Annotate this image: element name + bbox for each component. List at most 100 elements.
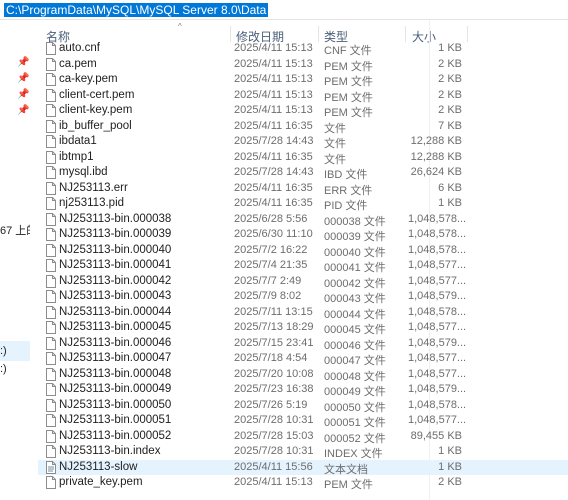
file-size: 1,048,578... <box>408 398 467 411</box>
file-name[interactable]: ibtmp1 <box>59 151 94 163</box>
file-date: 2025/7/28 14:43 <box>234 166 314 178</box>
file-name[interactable]: client-key.pem <box>59 104 132 116</box>
navigation-pane: 📌 📌 📌 📌 67 上的 :) :) <box>0 20 30 500</box>
file-name[interactable]: NJ253113-bin.000042 <box>59 275 171 287</box>
file-row[interactable]: NJ253113-bin.000046 2025/7/15 23:41 000046… <box>38 336 568 352</box>
file-size: 2 KB <box>438 73 462 85</box>
file-row[interactable]: mysql.ibd 2025/7/28 14:43 IBD 文件 26,624 KB <box>38 165 568 181</box>
file-icon <box>46 274 56 288</box>
file-row[interactable]: ib_buffer_pool 2025/4/11 16:35 文件 7 KB <box>38 119 568 135</box>
file-name[interactable]: auto.cnf <box>59 42 100 54</box>
file-row[interactable]: private_key.pem 2025/4/11 15:13 PEM 文件 2 KB <box>38 475 568 491</box>
file-icon <box>46 445 56 458</box>
file-row[interactable]: NJ253113-bin.000041 2025/7/4 21:35 000041 … <box>38 258 568 274</box>
nav-item-label[interactable]: 67 上的 <box>0 222 30 238</box>
nav-item-label[interactable]: :) <box>0 363 7 375</box>
file-row[interactable]: ca-key.pem 2025/4/11 15:13 PEM 文件 2 KB <box>38 72 568 88</box>
file-row[interactable]: NJ253113.err 2025/4/11 16:35 ERR 文件 6 KB <box>38 181 568 197</box>
file-size: 1,048,579... <box>408 383 467 395</box>
file-row[interactable]: NJ253113-bin.000043 2025/7/9 8:02 000043 文… <box>38 289 568 305</box>
file-name[interactable]: NJ253113-bin.index <box>59 445 160 457</box>
file-size: 7 KB <box>438 119 462 132</box>
file-name[interactable]: NJ253113-bin.000049 <box>59 383 171 395</box>
pin-icon[interactable]: 📌 <box>17 106 29 116</box>
file-size: 1 KB <box>438 460 462 473</box>
file-name[interactable]: ibdata1 <box>59 135 97 147</box>
pin-icon[interactable]: 📌 <box>17 58 29 68</box>
file-icon <box>46 104 56 117</box>
file-row[interactable]: NJ253113-slow 2025/4/11 15:56 文本文档 1 KB <box>38 459 568 476</box>
file-row[interactable]: NJ253113-bin.000049 2025/7/23 16:38 000049… <box>38 382 568 398</box>
file-name[interactable]: NJ253113-bin.000041 <box>59 259 171 271</box>
file-row[interactable]: NJ253113-bin.000047 2025/7/18 4:54 000047 … <box>38 351 568 367</box>
file-name[interactable]: ib_buffer_pool <box>59 120 132 132</box>
file-name[interactable]: NJ253113-bin.000045 <box>59 321 171 333</box>
file-row[interactable]: NJ253113-bin.000042 2025/7/7 2:49 000042 文… <box>38 274 568 290</box>
file-date: 2025/4/11 15:13 <box>234 88 313 101</box>
file-list: auto.cnf 2025/4/11 15:13 CNF 文件 1 KB ca.pem 2… <box>38 41 568 491</box>
file-name[interactable]: client-cert.pem <box>59 89 134 101</box>
file-row[interactable]: NJ253113-bin.000040 2025/7/2 16:22 000040 … <box>38 243 568 259</box>
file-name[interactable]: NJ253113-bin.000038 <box>59 213 171 225</box>
file-name[interactable]: NJ253113-bin.000048 <box>59 368 171 380</box>
file-row[interactable]: NJ253113-bin.000048 2025/7/20 10:08 000048… <box>38 367 568 383</box>
file-row[interactable]: client-key.pem 2025/4/11 15:13 PEM 文件 2 KB <box>38 103 568 119</box>
file-row[interactable]: client-cert.pem 2025/4/11 15:13 PEM 文件 2 KB <box>38 88 568 104</box>
file-name[interactable]: NJ253113.err <box>59 182 128 194</box>
address-bar[interactable]: C:\ProgramData\MySQL\MySQL Server 8.0\Da… <box>0 0 568 20</box>
file-row[interactable]: ibdata1 2025/7/28 14:43 文件 12,288 KB <box>38 134 568 150</box>
file-icon <box>46 181 56 195</box>
file-date: 2025/7/26 5:19 <box>234 398 308 411</box>
file-name[interactable]: NJ253113-slow <box>59 461 137 473</box>
address-path-input[interactable]: C:\ProgramData\MySQL\MySQL Server 8.0\Da… <box>4 3 269 17</box>
pin-icon[interactable]: 📌 <box>17 74 29 84</box>
nav-item-label[interactable]: :) <box>0 345 7 357</box>
column-header-row: ^ 名称 修改日期 类型 大小 <box>38 22 568 44</box>
file-name[interactable]: ca-key.pem <box>59 73 118 85</box>
file-row[interactable]: auto.cnf 2025/4/11 15:13 CNF 文件 1 KB <box>38 41 568 57</box>
file-date: 2025/4/11 15:13 <box>234 104 313 116</box>
file-name[interactable]: NJ253113-bin.000046 <box>59 337 171 349</box>
column-divider[interactable] <box>318 26 319 42</box>
file-type: PEM 文件 <box>324 479 373 491</box>
file-name[interactable]: NJ253113-bin.000047 <box>59 352 171 364</box>
file-date: 2025/4/11 15:13 <box>234 476 313 488</box>
file-row[interactable]: NJ253113-bin.000039 2025/6/30 11:10 000039… <box>38 227 568 243</box>
file-row[interactable]: NJ253113-bin.index 2025/7/28 10:31 INDEX 文… <box>38 444 568 460</box>
file-name[interactable]: NJ253113-bin.000039 <box>59 228 171 240</box>
file-name[interactable]: mysql.ibd <box>59 166 108 178</box>
pin-icon[interactable]: 📌 <box>17 90 29 100</box>
file-name[interactable]: nj253113.pid <box>59 197 124 209</box>
file-size: 6 KB <box>438 181 462 194</box>
column-divider[interactable] <box>230 26 231 42</box>
column-divider[interactable] <box>405 26 406 42</box>
file-row[interactable]: NJ253113-bin.000044 2025/7/11 13:15 000044… <box>38 305 568 321</box>
file-row[interactable]: NJ253113-bin.000052 2025/7/28 15:03 000052… <box>38 429 568 445</box>
file-name[interactable]: private_key.pem <box>59 476 143 488</box>
file-row[interactable]: ibtmp1 2025/4/11 16:35 文件 12,288 KB <box>38 150 568 166</box>
file-name[interactable]: NJ253113-bin.000050 <box>59 399 171 411</box>
file-icon <box>46 414 56 427</box>
file-name[interactable]: ca.pem <box>59 58 97 70</box>
file-date: 2025/4/11 15:13 <box>234 57 313 70</box>
file-icon <box>46 259 56 272</box>
file-name[interactable]: NJ253113-bin.000040 <box>59 244 171 256</box>
file-date: 2025/6/30 11:10 <box>234 228 313 240</box>
file-date: 2025/7/4 21:35 <box>234 259 308 271</box>
file-size: 1,048,577... <box>408 352 467 364</box>
file-name[interactable]: NJ253113-bin.000051 <box>59 414 171 426</box>
file-name[interactable]: NJ253113-bin.000044 <box>59 306 171 318</box>
file-date: 2025/7/11 13:15 <box>234 305 313 318</box>
file-row[interactable]: nj253113.pid 2025/4/11 16:35 PID 文件 1 KB <box>38 196 568 212</box>
file-row[interactable]: ca.pem 2025/4/11 15:13 PEM 文件 2 KB <box>38 57 568 73</box>
file-date: 2025/7/2 16:22 <box>234 243 308 256</box>
file-row[interactable]: NJ253113-bin.000045 2025/7/13 18:29 000045… <box>38 320 568 336</box>
column-divider[interactable] <box>467 26 468 42</box>
file-icon <box>46 73 56 86</box>
file-name[interactable]: NJ253113-bin.000052 <box>59 430 171 442</box>
file-row[interactable]: NJ253113-bin.000051 2025/7/28 10:31 000051… <box>38 413 568 429</box>
file-row[interactable]: NJ253113-bin.000050 2025/7/26 5:19 000050 … <box>38 398 568 414</box>
file-icon <box>46 42 56 55</box>
file-name[interactable]: NJ253113-bin.000043 <box>59 290 171 302</box>
file-row[interactable]: NJ253113-bin.000038 2025/6/28 5:56 000038 … <box>38 212 568 228</box>
